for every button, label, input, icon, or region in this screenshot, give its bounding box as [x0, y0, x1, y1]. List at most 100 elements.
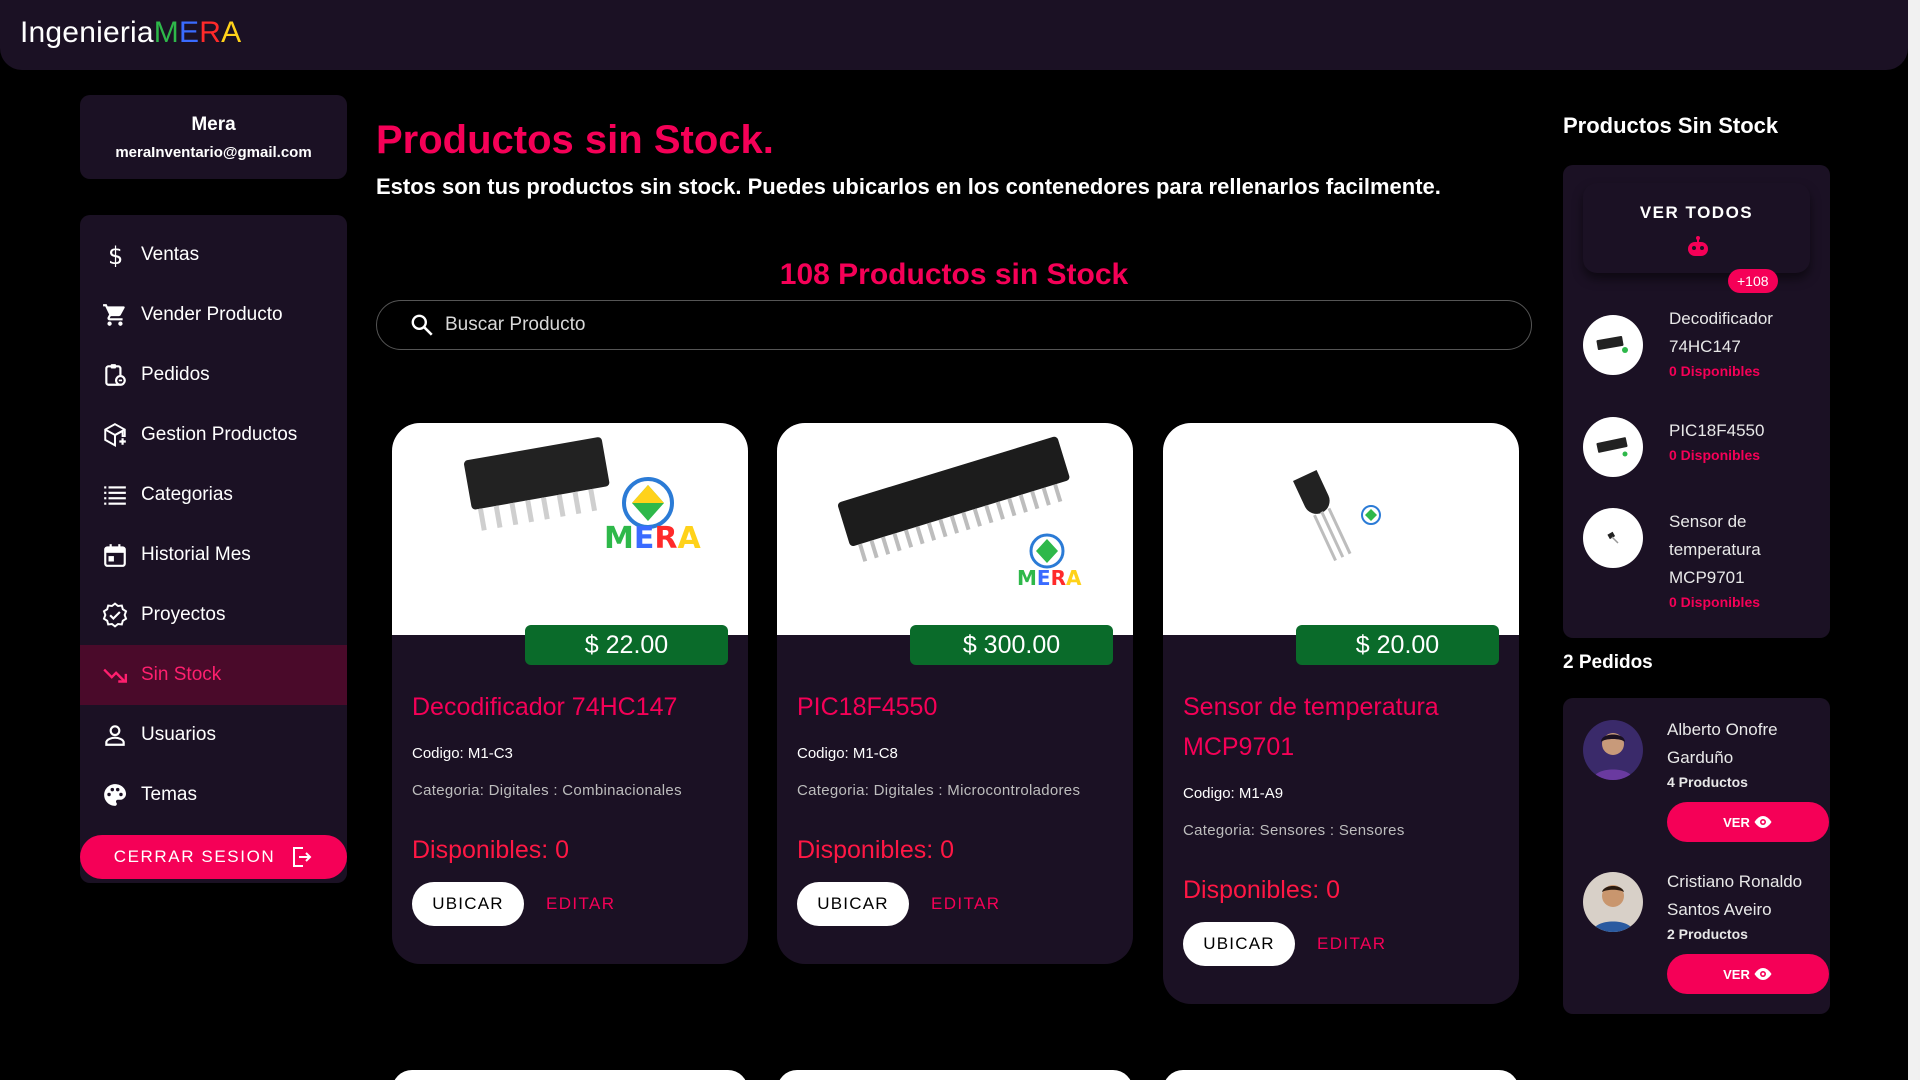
- sidebar-nav: $ Ventas Vender Producto Pedidos Gestion…: [80, 215, 347, 883]
- top-app-bar: IngenieriaMERA: [0, 0, 1908, 70]
- product-name: Sensor de temperatura MCP9701: [1183, 693, 1439, 761]
- scrollbar[interactable]: [1908, 0, 1920, 1080]
- box-add-icon: [102, 422, 128, 448]
- product-available: Disponibles: 0: [797, 836, 955, 864]
- sidebar-item-label: Sin Stock: [141, 664, 222, 685]
- search-bar[interactable]: [376, 300, 1532, 350]
- ubicar-button[interactable]: UBICAR: [797, 882, 909, 926]
- product-card: MERA $ 22.00 Decodificador 74HC147 Codig…: [392, 423, 748, 964]
- product-thumbnail: [1583, 508, 1643, 568]
- product-available: Disponibles: 0: [412, 836, 570, 864]
- list-item-available: 0 Disponibles: [1669, 447, 1761, 463]
- logout-label: CERRAR SESION: [113, 847, 276, 866]
- editar-button[interactable]: EDITAR: [931, 894, 1000, 914]
- product-card: MERA $ 300.00 PIC18F4550 Codigo: M1-C8 C…: [777, 423, 1133, 964]
- clipboard-icon: [102, 362, 128, 388]
- svg-text:$: $: [108, 243, 123, 267]
- ver-label: VER: [1723, 814, 1750, 830]
- ver-label: VER: [1723, 966, 1750, 982]
- sidebar-item-label: Usuarios: [141, 724, 216, 745]
- ver-todos-label: VER TODOS: [1639, 203, 1754, 222]
- eye-icon: [1753, 815, 1773, 829]
- sidebar-item-sin-stock[interactable]: Sin Stock: [80, 645, 347, 705]
- palette-icon: [102, 782, 128, 808]
- page-title: Productos sin Stock.: [376, 118, 774, 162]
- product-thumbnail: [1583, 417, 1643, 477]
- calendar-icon: [102, 542, 128, 568]
- editar-button[interactable]: EDITAR: [546, 894, 615, 914]
- sidebar-item-label: Proyectos: [141, 604, 226, 625]
- robot-icon: [1684, 235, 1712, 262]
- list-item-name: Sensor de temperatura MCP9701: [1669, 512, 1761, 587]
- price-tag: $ 300.00: [910, 625, 1113, 665]
- product-card-peek: [392, 1070, 748, 1080]
- price-tag: $ 20.00: [1296, 625, 1499, 665]
- order-count: 2 Productos: [1667, 926, 1748, 942]
- trending-down-icon: [102, 662, 128, 688]
- list-item-available: 0 Disponibles: [1669, 594, 1761, 610]
- list-item-name: PIC18F4550: [1669, 421, 1765, 440]
- page-subtitle: Estos son tus productos sin stock. Puede…: [376, 174, 1441, 199]
- product-image: [1163, 423, 1519, 635]
- search-input[interactable]: [445, 314, 1445, 336]
- order-count: 4 Productos: [1667, 774, 1748, 790]
- search-icon: [409, 312, 435, 338]
- brand-letter-m: M: [153, 16, 179, 49]
- sidebar-item-temas[interactable]: Temas: [80, 765, 347, 825]
- product-available: Disponibles: 0: [1183, 876, 1341, 904]
- editar-button[interactable]: EDITAR: [1317, 934, 1386, 954]
- sidebar-item-label: Vender Producto: [141, 304, 283, 325]
- sidebar-item-usuarios[interactable]: Usuarios: [80, 705, 347, 765]
- sidebar-item-vender-producto[interactable]: Vender Producto: [80, 285, 347, 345]
- product-code: Codigo: M1-A9: [1183, 785, 1284, 802]
- product-code: Codigo: M1-C3: [412, 745, 513, 762]
- avatar: [1583, 720, 1643, 780]
- orders-title: 2 Pedidos: [1563, 652, 1653, 673]
- product-card-peek: [777, 1070, 1133, 1080]
- person-icon: [102, 722, 128, 748]
- product-thumbnail: [1583, 315, 1643, 375]
- brand-prefix: Ingenieria: [20, 16, 154, 49]
- list-item-name: Decodificador 74HC147: [1669, 309, 1773, 356]
- svg-text:MERA: MERA: [604, 521, 701, 556]
- sidebar-item-proyectos[interactable]: Proyectos: [80, 585, 347, 645]
- user-card: Mera meraInventario@gmail.com: [80, 95, 347, 179]
- product-name: PIC18F4550: [797, 693, 938, 721]
- dollar-icon: $: [102, 242, 128, 268]
- product-image: MERA: [392, 423, 748, 635]
- price-tag: $ 22.00: [525, 625, 728, 665]
- sidebar-item-historial-mes[interactable]: Historial Mes: [80, 525, 347, 585]
- product-category: Categoria: Digitales : Combinacionales: [412, 782, 682, 799]
- logout-button[interactable]: CERRAR SESION: [80, 835, 347, 879]
- brand-letter-r: R: [199, 16, 222, 49]
- sidebar-item-label: Categorias: [141, 484, 233, 505]
- count-badge: +108: [1728, 269, 1778, 293]
- user-name: Mera: [191, 114, 236, 135]
- ver-pedido-button[interactable]: VER: [1667, 954, 1829, 994]
- brand-letter-e: E: [178, 16, 200, 49]
- sidebar-item-pedidos[interactable]: Pedidos: [80, 345, 347, 405]
- user-email: meraInventario@gmail.com: [115, 144, 312, 161]
- product-category: Categoria: Digitales : Microcontroladore…: [797, 782, 1081, 799]
- avatar: [1583, 872, 1643, 932]
- sidebar-item-ventas[interactable]: $ Ventas: [80, 225, 347, 285]
- ver-pedido-button[interactable]: VER: [1667, 802, 1829, 842]
- svg-text:MERA: MERA: [1017, 566, 1082, 590]
- ver-todos-button[interactable]: VER TODOS +108: [1583, 183, 1810, 293]
- orders-panel: Alberto Onofre Garduño 4 Productos VER C…: [1563, 698, 1830, 1014]
- out-of-stock-panel: VER TODOS +108 Decodificador 74HC147 0 D…: [1563, 165, 1830, 638]
- brand-letter-a: A: [221, 16, 242, 49]
- order-customer: Alberto Onofre Garduño: [1667, 720, 1778, 767]
- sidebar-item-categorias[interactable]: Categorias: [80, 465, 347, 525]
- logout-icon: [289, 845, 313, 869]
- ubicar-button[interactable]: UBICAR: [412, 882, 524, 926]
- sidebar-item-gestion-productos[interactable]: Gestion Productos: [80, 405, 347, 465]
- sidebar-item-label: Ventas: [141, 244, 200, 265]
- out-of-stock-count: 108 Productos sin Stock: [779, 258, 1129, 291]
- product-card-peek: [1163, 1070, 1519, 1080]
- brand-logo[interactable]: IngenieriaMERA: [20, 16, 241, 50]
- cart-icon: [102, 302, 128, 328]
- product-category: Categoria: Sensores : Sensores: [1183, 822, 1405, 839]
- list-icon: [102, 482, 128, 508]
- ubicar-button[interactable]: UBICAR: [1183, 922, 1295, 966]
